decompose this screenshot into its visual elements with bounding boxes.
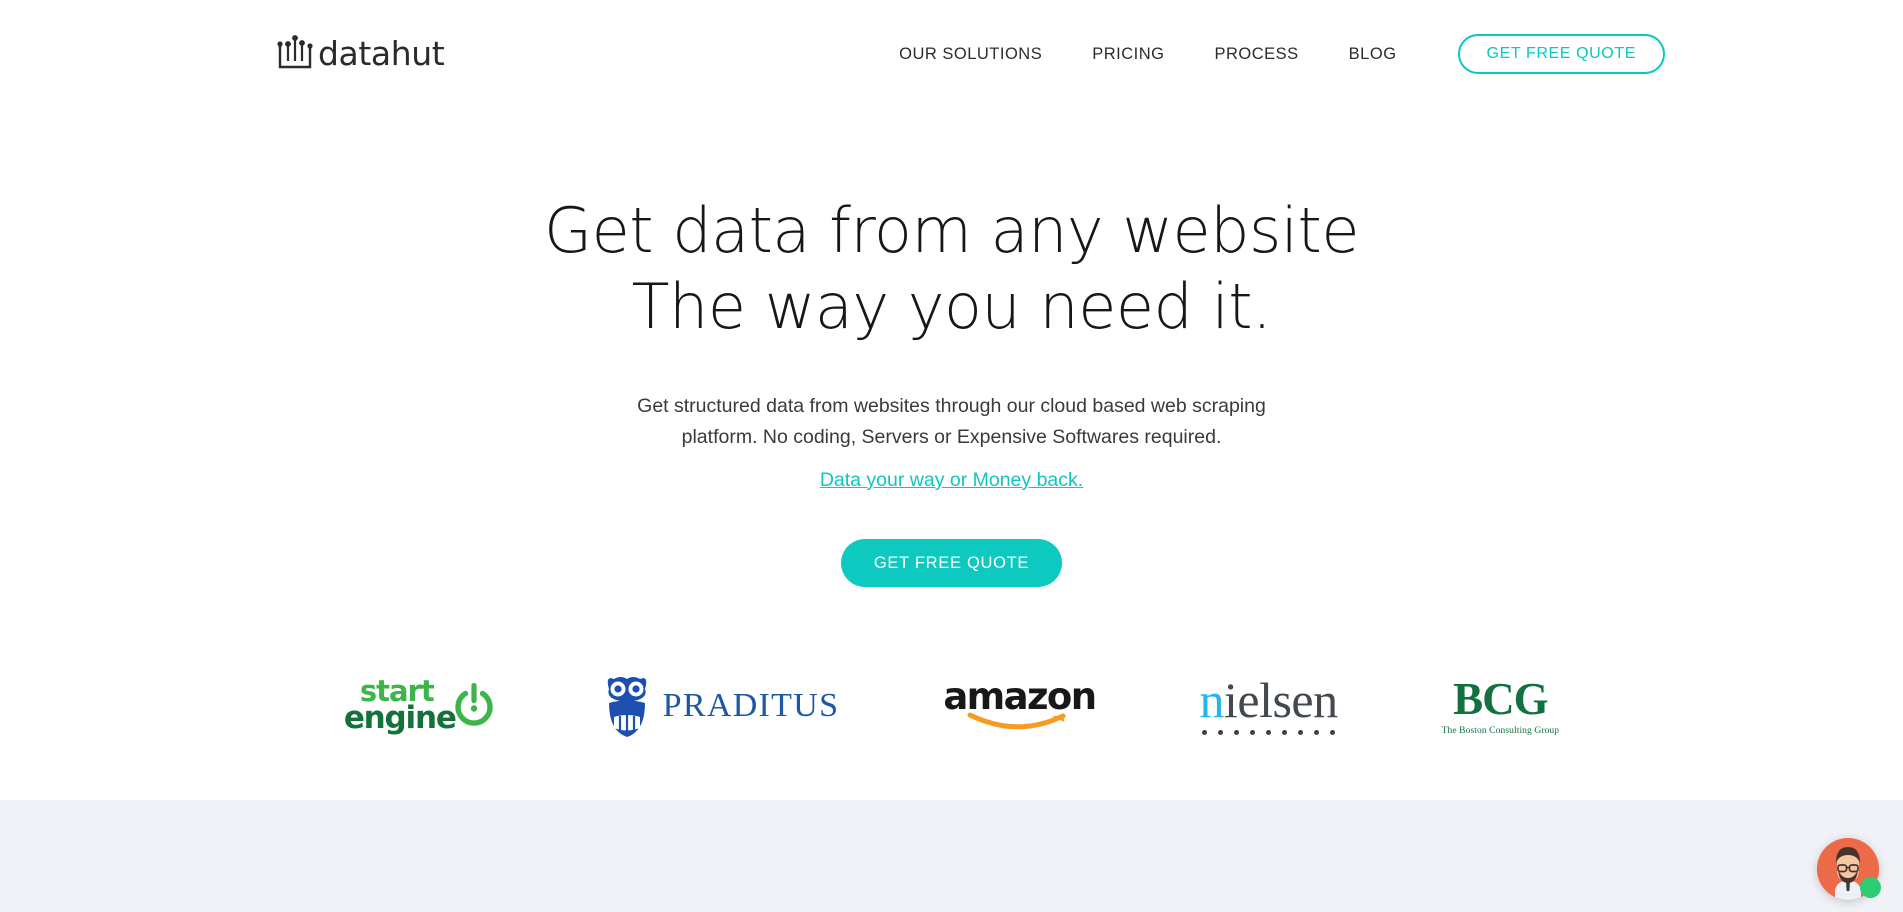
chat-widget-button[interactable] [1817,838,1881,900]
nielsen-wordmark: nielsen [1200,675,1339,725]
header-get-free-quote-button[interactable]: GET FREE QUOTE [1457,34,1665,74]
hero-title: Get data from any website The way you ne… [0,193,1903,346]
hero-get-free-quote-button[interactable]: GET FREE QUOTE [840,539,1063,588]
client-logo-amazon: amazon [943,656,1097,756]
startengine-text-engine: engine [343,700,457,737]
chat-online-status-dot [1860,877,1881,898]
client-logo-nielsen: nielsen [1200,656,1338,756]
hero-title-line-2: The way you need it. [631,270,1272,344]
main-navigation: OUR SOLUTIONS PRICING PROCESS BLOG GET F… [874,34,1665,74]
hero-section: Get data from any website The way you ne… [0,104,1903,588]
nav-item-process[interactable]: PROCESS [1189,45,1323,64]
nav-item-our-solutions[interactable]: OUR SOLUTIONS [874,45,1067,64]
nav-item-pricing[interactable]: PRICING [1067,45,1189,64]
nielsen-dots-decoration [1202,729,1336,735]
hero-title-line-1: Get data from any website [544,194,1359,267]
hero-subtitle: Get structured data from websites throug… [632,391,1272,497]
hero-subtitle-text: Get structured data from websites throug… [637,394,1266,449]
below-fold-panel [0,800,1903,912]
client-logos-strip: start engine PRADITUS amazon nielsen BCG… [0,648,1903,764]
landing-page: datahut OUR SOLUTIONS PRICING PROCESS BL… [0,0,1903,912]
site-header: datahut OUR SOLUTIONS PRICING PROCESS BL… [0,0,1903,104]
brand-name: datahut [318,33,445,73]
hero-money-back-link[interactable]: Data your way or Money back. [632,465,1272,497]
client-logo-startengine: start engine [344,656,497,756]
bcg-wordmark: BCG [1453,673,1549,724]
datahut-bars-logo-icon [277,35,313,69]
brand-logo-link[interactable]: datahut [276,33,445,73]
amazon-smile-arrow-icon [967,712,1066,730]
nav-item-blog[interactable]: BLOG [1324,45,1422,64]
owl-icon [607,677,646,737]
power-button-icon [454,682,493,726]
nielsen-letter-n: n [1199,672,1225,729]
nielsen-letters-ielsen: ielsen [1224,672,1338,729]
praditus-wordmark: PRADITUS [662,687,840,724]
client-logo-praditus: PRADITUS [601,656,840,756]
hero-cta-container: GET FREE QUOTE [0,539,1903,588]
client-logo-bcg: BCG The Boston Consulting Group [1442,656,1560,756]
bcg-tagline: The Boston Consulting Group [1441,725,1560,736]
